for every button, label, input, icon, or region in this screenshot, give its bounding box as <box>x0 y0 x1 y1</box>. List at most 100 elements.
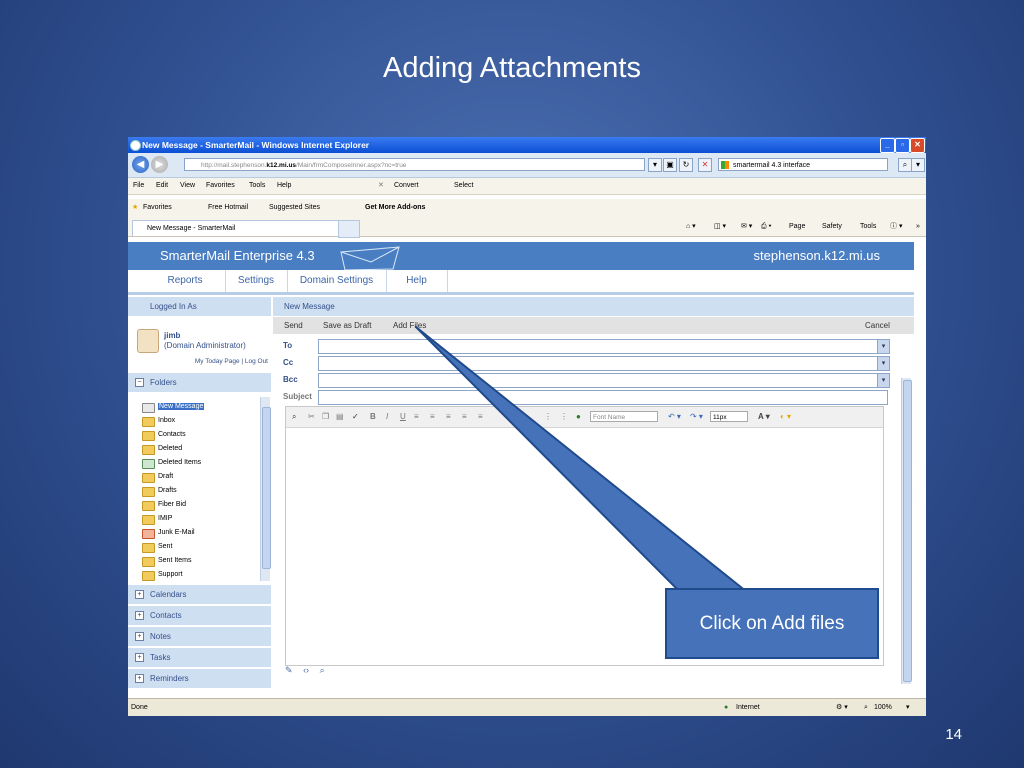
tools-menu[interactable]: Tools <box>860 217 876 236</box>
protected-mode-icon[interactable]: ⚙ ▾ <box>836 699 848 716</box>
dropdown-icon[interactable]: ▾ <box>648 158 662 172</box>
chevron-down-icon[interactable]: ▾ <box>877 374 889 387</box>
back-button[interactable]: ◀ <box>132 156 149 173</box>
folder-inbox[interactable]: Inbox <box>142 414 175 428</box>
mail-icon[interactable]: ✉ ▾ <box>741 217 752 236</box>
align-right-icon[interactable]: ≡ <box>446 407 451 427</box>
menu-tools[interactable]: Tools <box>249 178 265 194</box>
folder-fiber-bid[interactable]: Fiber Bid <box>142 498 186 512</box>
folder-new-message[interactable]: New Message <box>142 400 205 414</box>
folder-imip[interactable]: IMIP <box>142 512 172 526</box>
expand-icon[interactable]: + <box>135 590 144 599</box>
folder-sent[interactable]: Sent <box>142 540 172 554</box>
text-color-icon[interactable]: A ▾ <box>758 407 770 427</box>
menu-view[interactable]: View <box>180 178 195 194</box>
redo-icon[interactable]: ↷ ▾ <box>690 407 703 427</box>
bullet-list-icon[interactable]: ⋮ <box>560 407 568 427</box>
font-name-select[interactable]: Font Name <box>590 411 658 422</box>
nav-help[interactable]: Help <box>386 270 448 292</box>
underline-icon[interactable]: U <box>400 407 406 427</box>
chevron-down-icon[interactable]: ▾ <box>877 357 889 370</box>
favorites-button[interactable]: Favorites <box>143 199 172 217</box>
collapse-icon[interactable]: − <box>135 378 144 387</box>
preview-icon[interactable]: ⌕ <box>320 665 325 675</box>
page-menu[interactable]: Page <box>789 217 805 236</box>
nav-domain-settings[interactable]: Domain Settings <box>287 270 387 292</box>
paste-icon[interactable]: ▤ <box>336 407 344 427</box>
chevron-icon[interactable]: » <box>916 217 920 236</box>
undo-icon[interactable]: ↶ ▾ <box>668 407 681 427</box>
html-mode-icon[interactable]: ‹› <box>303 665 309 675</box>
folder-deleted-items[interactable]: Deleted Items <box>142 456 201 470</box>
folder-contacts[interactable]: Contacts <box>142 428 186 442</box>
compat-icon[interactable]: ▣ <box>663 158 677 172</box>
globe-icon[interactable]: ● <box>576 407 581 427</box>
expand-icon[interactable]: + <box>135 653 144 662</box>
numbered-list-icon[interactable]: ⋮ <box>544 407 552 427</box>
cancel-button[interactable]: Cancel <box>865 317 890 334</box>
italic-icon[interactable]: I <box>386 407 388 427</box>
forward-button[interactable]: ▶ <box>151 156 168 173</box>
align-left-icon[interactable]: ≡ <box>414 407 419 427</box>
section-contacts[interactable]: + Contacts <box>128 606 271 626</box>
zoom-level[interactable]: 100% <box>874 699 892 716</box>
help-icon[interactable]: ⓘ ▾ <box>890 217 902 236</box>
design-mode-icon[interactable]: ✎ <box>285 665 293 675</box>
cc-field[interactable]: ▾ <box>318 356 890 371</box>
folder-junk[interactable]: Junk E-Mail <box>142 526 195 540</box>
section-notes[interactable]: + Notes <box>128 627 271 647</box>
folders-header[interactable]: − Folders <box>128 373 271 393</box>
copy-icon[interactable]: ❐ <box>322 407 329 427</box>
select-button[interactable]: Select <box>454 178 473 194</box>
menu-edit[interactable]: Edit <box>156 178 168 194</box>
expand-icon[interactable]: + <box>135 632 144 641</box>
tab-new-message[interactable]: New Message - SmarterMail <box>132 220 358 236</box>
search-options-icon[interactable]: ▾ <box>911 158 925 172</box>
spellcheck-icon[interactable]: ✓ <box>352 407 359 427</box>
indent-icon[interactable]: ≡ <box>478 407 483 427</box>
close-button[interactable]: ✕ <box>910 138 925 153</box>
save-draft-button[interactable]: Save as Draft <box>323 317 371 334</box>
section-reminders[interactable]: + Reminders <box>128 669 271 689</box>
page-scroll-thumb[interactable] <box>903 380 912 682</box>
fav-suggested-sites[interactable]: Suggested Sites <box>269 199 320 217</box>
feeds-icon[interactable]: ◫ ▾ <box>714 217 726 236</box>
fav-addons[interactable]: Get More Add-ons <box>365 199 425 217</box>
fav-hotmail[interactable]: Free Hotmail <box>208 199 248 217</box>
convert-button[interactable]: Convert <box>394 178 419 194</box>
nav-settings[interactable]: Settings <box>225 270 288 292</box>
home-icon[interactable]: ⌂ ▾ <box>686 217 696 236</box>
menu-favorites[interactable]: Favorites <box>206 178 235 194</box>
user-links[interactable]: My Today Page | Log Out <box>195 358 268 365</box>
align-center-icon[interactable]: ≡ <box>430 407 435 427</box>
print-icon[interactable]: ⎙ ▾ <box>761 217 772 236</box>
send-button[interactable]: Send <box>284 317 303 334</box>
folder-support[interactable]: Support <box>142 568 183 582</box>
to-field[interactable]: ▾ <box>318 339 890 354</box>
safety-menu[interactable]: Safety <box>822 217 842 236</box>
cut-icon[interactable]: ✂ <box>308 407 315 427</box>
section-calendars[interactable]: + Calendars <box>128 585 271 605</box>
refresh-icon[interactable]: ↻ <box>679 158 693 172</box>
zoom-dropdown-icon[interactable]: ▾ <box>906 699 910 716</box>
new-tab-button[interactable] <box>338 220 360 238</box>
folder-sent-items[interactable]: Sent Items <box>142 554 191 568</box>
folder-scroll-thumb[interactable] <box>262 407 271 569</box>
chevron-down-icon[interactable]: ▾ <box>877 340 889 353</box>
bcc-field[interactable]: ▾ <box>318 373 890 388</box>
expand-icon[interactable]: + <box>135 674 144 683</box>
maximize-button[interactable]: ▫ <box>895 138 910 153</box>
add-files-button[interactable]: Add Files <box>393 317 426 334</box>
find-icon[interactable]: ⌕ <box>292 407 296 427</box>
font-size-select[interactable]: 11px <box>710 411 748 422</box>
search-input[interactable]: smartermail 4.3 interface <box>718 158 888 171</box>
menu-help[interactable]: Help <box>277 178 291 194</box>
nav-reports[interactable]: Reports <box>145 270 226 292</box>
close-toolbar-icon[interactable]: ✕ <box>378 178 384 194</box>
url-field[interactable]: http://mail.stephenson.k12.mi.us/Main/fr… <box>184 158 645 171</box>
folder-drafts[interactable]: Drafts <box>142 484 177 498</box>
folder-draft[interactable]: Draft <box>142 470 173 484</box>
minimize-button[interactable]: _ <box>880 138 895 153</box>
expand-icon[interactable]: + <box>135 611 144 620</box>
section-tasks[interactable]: + Tasks <box>128 648 271 668</box>
